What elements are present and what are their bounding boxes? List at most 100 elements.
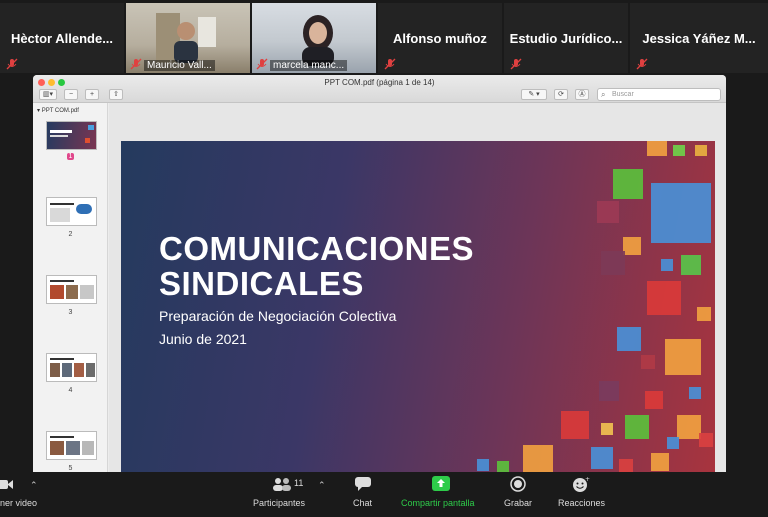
participant-name: Alfonso muñoz [393, 31, 487, 46]
mic-muted-icon [384, 58, 396, 70]
slide-title-line: COMUNICACIONES [159, 230, 475, 267]
decorative-square [599, 381, 619, 401]
participant-name: Estudio Jurídico... [509, 31, 623, 46]
decorative-square [617, 327, 641, 351]
zoom-in-button[interactable]: + [85, 89, 99, 100]
video-camera-icon[interactable] [0, 478, 14, 491]
page-number: 2 [68, 231, 73, 238]
decorative-square [689, 387, 701, 399]
decorative-square [497, 461, 509, 472]
record-icon[interactable] [510, 476, 526, 492]
decorative-square [681, 255, 701, 275]
rotate-button[interactable]: ⟳ [554, 89, 568, 100]
page-number: 4 [68, 387, 73, 394]
page-thumbnail-4[interactable] [46, 353, 97, 382]
slide-page: COMUNICACIONES SINDICALES Preparación de… [121, 141, 715, 472]
participants-icon[interactable] [272, 477, 292, 491]
search-icon: ⌕ [601, 90, 606, 99]
markup-toolbar-button[interactable]: Ⓐ [575, 89, 589, 100]
participant-tile[interactable]: Estudio Jurídico... [504, 3, 628, 73]
participant-video-image [302, 15, 334, 66]
participant-tile[interactable]: Jessica Yáñez M... [630, 3, 768, 73]
sidebar-toggle-button[interactable]: ▥▾ [39, 89, 57, 100]
decorative-square [613, 169, 643, 199]
participant-name: marcela manc... [270, 60, 348, 71]
page-thumbnail-3[interactable] [46, 275, 97, 304]
slide-title: COMUNICACIONES SINDICALES [159, 231, 474, 301]
mic-muted-icon [256, 58, 268, 70]
chat-button-label[interactable]: Chat [353, 498, 372, 508]
share-screen-button-label[interactable]: Compartir pantalla [401, 498, 475, 508]
meeting-toolbar: ⌃ ner video 11 ⌃ Participantes Chat Comp… [0, 472, 768, 517]
participant-name: Hèctor Allende... [10, 31, 114, 46]
video-button-label[interactable]: ner video [0, 498, 37, 508]
page-thumbnail-2[interactable] [46, 197, 97, 226]
decorative-square [651, 183, 711, 243]
decorative-square [677, 415, 701, 439]
thumbnail-sidebar: ▾ PPT COM.pdf 1 2 3 4 5 [33, 103, 108, 472]
mic-muted-icon [130, 58, 142, 70]
chat-bubble-icon[interactable] [355, 477, 371, 491]
participant-name: Jessica Yáñez M... [642, 31, 756, 46]
decorative-square [601, 423, 613, 435]
participant-tile[interactable]: Hèctor Allende... [0, 3, 124, 73]
markup-pen-button[interactable]: ✎ ▾ [521, 89, 547, 100]
pdf-viewer-window: PPT COM.pdf (página 1 de 14) ▥▾ − + ⇧ ✎ … [33, 75, 726, 472]
mic-muted-icon [6, 58, 18, 70]
decorative-square [561, 411, 589, 439]
page-number: 5 [68, 465, 73, 472]
participants-count: 11 [294, 478, 304, 488]
slide-subtitle: Preparación de Negociación Colectiva [159, 308, 397, 324]
zoom-out-button[interactable]: − [64, 89, 78, 100]
participant-video-tile[interactable]: marcela manc... [252, 3, 376, 73]
search-placeholder: Buscar [612, 91, 634, 98]
decorative-square [641, 355, 655, 369]
participants-options-chevron[interactable]: ⌃ [318, 480, 326, 491]
participant-video-image [156, 13, 216, 63]
page-thumbnail-1[interactable] [46, 121, 97, 150]
record-button-label[interactable]: Grabar [504, 498, 532, 508]
page-thumbnail-5[interactable] [46, 431, 97, 460]
participant-name: Mauricio Vall... [144, 60, 215, 71]
video-options-chevron[interactable]: ⌃ [30, 480, 38, 491]
decorative-square [523, 445, 553, 472]
share-icon[interactable]: ⇧ [109, 89, 123, 100]
page-number: 1 [66, 153, 75, 160]
participant-strip: Hèctor Allende... Mauricio Vall... marce… [0, 0, 768, 75]
decorative-square [623, 237, 641, 255]
zoom-meeting-window: Hèctor Allende... Mauricio Vall... marce… [0, 0, 768, 517]
decorative-square [647, 281, 681, 315]
participant-tile[interactable]: Alfonso muñoz [378, 3, 502, 73]
decorative-square [597, 201, 619, 223]
mic-muted-icon [510, 58, 522, 70]
window-title: PPT COM.pdf (página 1 de 14) [324, 78, 435, 87]
decorative-square [647, 141, 667, 156]
decorative-square [665, 339, 701, 375]
search-input[interactable]: ⌕ Buscar [597, 88, 721, 101]
reactions-button-label[interactable]: Reacciones [558, 498, 605, 508]
slide-date: Junio de 2021 [159, 331, 247, 347]
decorative-square [651, 453, 669, 471]
participant-video-tile[interactable]: Mauricio Vall... [126, 3, 250, 73]
window-titlebar: PPT COM.pdf (página 1 de 14) ▥▾ − + ⇧ ✎ … [33, 75, 726, 103]
reactions-smiley-icon[interactable]: + [572, 476, 590, 492]
share-screen-icon[interactable] [432, 476, 450, 491]
decorative-square [695, 145, 707, 156]
svg-text:+: + [585, 476, 590, 483]
decorative-square [673, 145, 685, 156]
decorative-square [661, 259, 673, 271]
decorative-square [697, 307, 711, 321]
decorative-square [477, 459, 489, 471]
page-number: 3 [68, 309, 73, 316]
decorative-square [601, 251, 625, 275]
mic-muted-icon [636, 58, 648, 70]
decorative-square [667, 437, 679, 449]
document-canvas[interactable]: COMUNICACIONES SINDICALES Preparación de… [109, 103, 726, 472]
participants-button-label[interactable]: Participantes [253, 498, 305, 508]
decorative-square [591, 447, 613, 469]
decorative-square [625, 415, 649, 439]
slide-title-line: SINDICALES [159, 265, 364, 302]
decorative-square [619, 459, 633, 472]
sidebar-document-title: ▾ PPT COM.pdf [37, 108, 79, 114]
decorative-square [699, 433, 713, 447]
